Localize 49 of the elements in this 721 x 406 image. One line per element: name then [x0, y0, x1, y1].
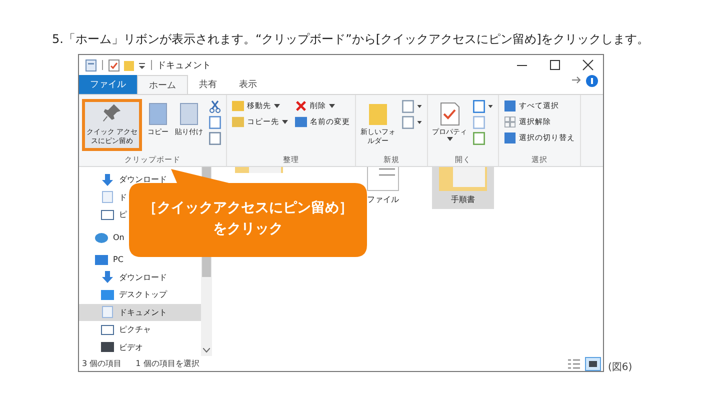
caret-icon	[488, 104, 493, 108]
delete-icon	[295, 100, 307, 112]
ribbon-tab[interactable]: 共有	[188, 75, 228, 94]
properties-icon[interactable]	[85, 58, 97, 72]
ribbon-icon-button[interactable]	[207, 99, 223, 113]
ribbon-icon-button[interactable]	[207, 115, 223, 129]
nav-item[interactable]: ピクチャ	[101, 321, 153, 338]
select-none-icon	[504, 116, 516, 128]
caret-icon	[329, 104, 335, 108]
selection-count: 1 個の項目を選択	[136, 358, 200, 369]
ribbon-icon-button[interactable]	[471, 99, 495, 113]
item-count: 3 個の項目	[82, 358, 122, 369]
checklist-icon[interactable]	[108, 58, 120, 72]
nav-item[interactable]: PC	[95, 251, 126, 268]
nav-item[interactable]: ダウンロード	[101, 268, 169, 286]
scroll-down-icon[interactable]	[203, 348, 210, 353]
caret-icon	[417, 120, 422, 124]
nav-item[interactable]: On	[95, 228, 126, 246]
callout-text: ［クイックアクセスにピン留め］	[143, 199, 353, 218]
nav-item[interactable]: ピ	[101, 206, 129, 224]
caret-icon	[282, 120, 288, 124]
file-item[interactable]: ファイル	[352, 167, 414, 209]
nav-item[interactable]: ビデオ	[101, 338, 145, 356]
details-view-icon[interactable]	[567, 358, 581, 370]
file-item[interactable]: 手順書	[432, 167, 494, 209]
nav-item[interactable]: ド	[101, 188, 129, 206]
caret-icon	[417, 104, 422, 108]
help-icon[interactable]	[586, 75, 598, 87]
ribbon-tab[interactable]: 表示	[228, 75, 268, 94]
arrow-icon[interactable]	[571, 75, 583, 85]
ribbon-icon-button[interactable]	[400, 99, 424, 113]
instruction-text: 5.「ホーム」リボンが表示されます。“クリップボード”から[クイックアクセスにピン留め]をクリックします。	[52, 31, 650, 47]
download-icon	[101, 174, 114, 186]
nav-item[interactable]: ドキュメント	[79, 304, 201, 321]
ribbon-tab[interactable]: ホーム	[137, 75, 188, 94]
scissors-icon	[209, 100, 221, 112]
ribbon-icon-button[interactable]	[400, 115, 424, 129]
nav-item[interactable]: デスクトップ	[101, 286, 169, 304]
caret-icon	[446, 137, 452, 141]
ribbon-icon-button[interactable]	[207, 131, 223, 145]
nav-item[interactable]: ダウンロード	[101, 171, 169, 188]
figure-caption: (図6)	[608, 361, 632, 374]
callout-text: をクリック	[213, 220, 283, 239]
large-icons-view-icon[interactable]	[585, 356, 601, 370]
properties-icon	[440, 102, 460, 126]
download-icon	[101, 271, 114, 284]
caret-icon	[274, 104, 280, 108]
window-title: ドキュメント	[157, 60, 211, 72]
ribbon-tab[interactable]: ファイル	[79, 75, 137, 94]
